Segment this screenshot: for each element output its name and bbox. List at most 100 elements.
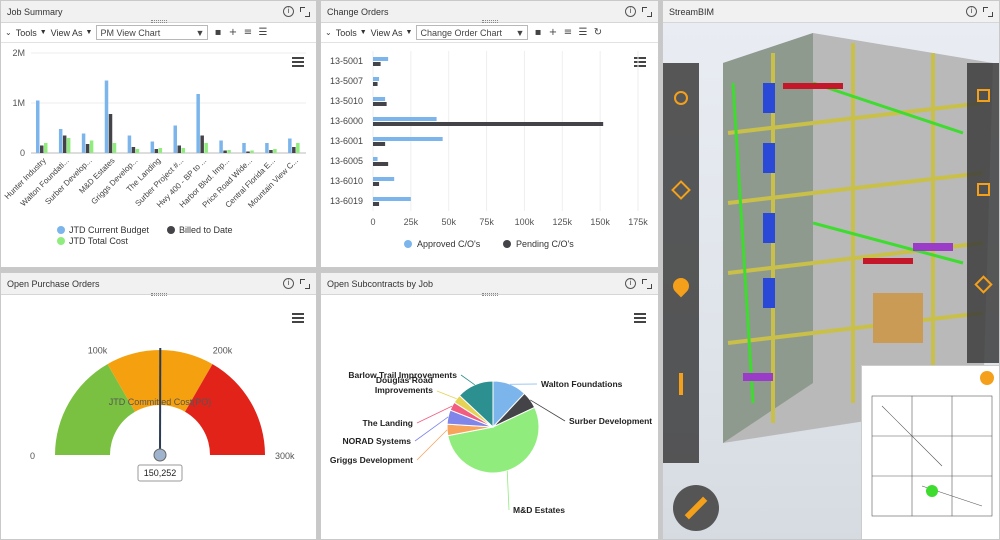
tools-menu[interactable]: Tools ▼ [16,28,47,38]
panel-title: Open Subcontracts by Job [327,278,434,289]
x-tick-label: 75k [479,217,494,227]
layers-icon[interactable] [974,275,993,294]
add-icon[interactable]: + [547,27,558,38]
bar [58,129,63,153]
info-icon[interactable]: i [625,278,636,289]
view-as-label: View As [370,27,403,38]
pin-tool-icon[interactable] [669,274,693,298]
save-icon[interactable]: ▪ [212,27,223,38]
streambim-panel: StreamBIM i [662,0,1000,540]
pie-connector [460,374,475,386]
collapse-chevron-icon[interactable]: ⌄ [5,28,12,37]
view-as-menu[interactable]: View As ▼ [371,28,413,38]
bar [177,145,181,153]
refresh-icon[interactable]: ↻ [592,27,603,38]
bar [373,162,389,166]
bar [219,140,223,153]
info-icon[interactable]: i [966,6,977,17]
bar [373,157,378,161]
list-icon[interactable]: ☰ [257,27,268,38]
drag-handle[interactable] [150,20,167,23]
bar [40,145,44,153]
bar [373,77,380,81]
job-summary-panel: Job Summary i ⌄ Tools ▼ View As ▼ PM View … [0,0,317,268]
bar [242,143,246,153]
bar [269,150,273,153]
expand-icon[interactable] [300,278,310,289]
expand-icon[interactable] [642,6,652,17]
bim-3d-viewport[interactable] [663,23,999,539]
expand-icon[interactable] [300,6,310,17]
view-select[interactable]: Change Order Chart ▼ [416,25,529,40]
y-tick-label: 1M [12,98,25,108]
panel-title: Job Summary [7,6,63,17]
list-icon[interactable]: ☰ [577,27,588,38]
legend-marker [57,237,65,245]
save-icon[interactable]: ▪ [532,27,543,38]
box-view-icon[interactable] [977,183,990,196]
bar [292,147,296,153]
pie-connector [436,390,457,400]
pie-connector [506,470,510,511]
y-tick-label: 13-6001 [330,136,363,146]
x-tick-label: 125k [553,217,573,227]
bar [273,149,277,153]
bim-left-toolbar [663,63,699,463]
expand-icon[interactable] [642,278,652,289]
view-as-label: View As [50,27,83,38]
panel-title: Change Orders [327,6,389,17]
floorplan-minimap[interactable] [861,365,999,539]
bar [196,94,200,153]
legend-label: Pending C/O's [516,239,574,249]
tools-menu[interactable]: Tools ▼ [336,28,367,38]
bar [108,114,113,153]
panel-title: Open Purchase Orders [7,278,100,289]
panel-title: StreamBIM [669,6,715,17]
expand-icon[interactable] [983,6,993,17]
bar [204,143,208,153]
job-summary-toolbar: ⌄ Tools ▼ View As ▼ PM View Chart ▼ ▪ + ≡ ☰ [1,23,316,43]
pie-label: The Landing [362,418,413,428]
pie-label: NORAD Systems [343,436,412,446]
pie-label: Surber Development [569,416,652,426]
y-tick-label: 13-5001 [330,56,363,66]
info-icon[interactable]: i [625,6,636,17]
subcontracts-panel: Open Subcontracts by Job i Walton Founda… [320,272,659,540]
info-icon[interactable]: i [283,278,294,289]
cube-tool-icon[interactable] [671,180,691,200]
gauge-tick-label: 200k [213,346,233,356]
y-tick-label: 0 [20,148,25,158]
info-icon[interactable]: i [283,6,294,17]
bar [85,144,90,153]
drag-handle[interactable] [481,20,498,23]
pie-label: Walton Foundations [541,379,623,389]
x-tick-label: 100k [515,217,535,227]
bar [104,80,109,153]
collapse-chevron-icon[interactable]: ⌄ [325,28,332,37]
markup-tool-button[interactable] [673,485,719,531]
pie-connector [416,429,448,461]
view-as-menu[interactable]: View As ▼ [51,28,93,38]
view-select[interactable]: PM View Chart ▼ [96,25,209,40]
cube-view-icon[interactable] [977,89,990,102]
gauge-max-label: 300k [275,451,295,461]
measure-tool-icon[interactable] [679,373,683,395]
purchase-orders-header: Open Purchase Orders i [1,273,316,295]
change-orders-toolbar: ⌄ Tools ▼ View As ▼ Change Order Chart ▼ ▪ … [321,23,658,43]
bar [181,148,185,153]
circle-tool-icon[interactable] [674,91,688,105]
add-icon[interactable]: + [227,27,238,38]
subcontracts-pie-chart: Walton Foundations Surber Development M&D … [330,370,652,515]
pencil-icon [684,496,708,520]
y-tick-label: 13-6005 [330,156,363,166]
bar [373,142,386,146]
bar [154,149,159,153]
bar [150,141,155,153]
filter-icon[interactable]: ≡ [562,27,573,38]
pie-label: Barlow Trail Improvements [348,370,457,380]
filter-icon[interactable]: ≡ [242,27,253,38]
bar [373,82,378,86]
y-tick-label: 13-6010 [330,176,363,186]
x-tick-label: 50k [441,217,456,227]
bar [250,150,254,153]
